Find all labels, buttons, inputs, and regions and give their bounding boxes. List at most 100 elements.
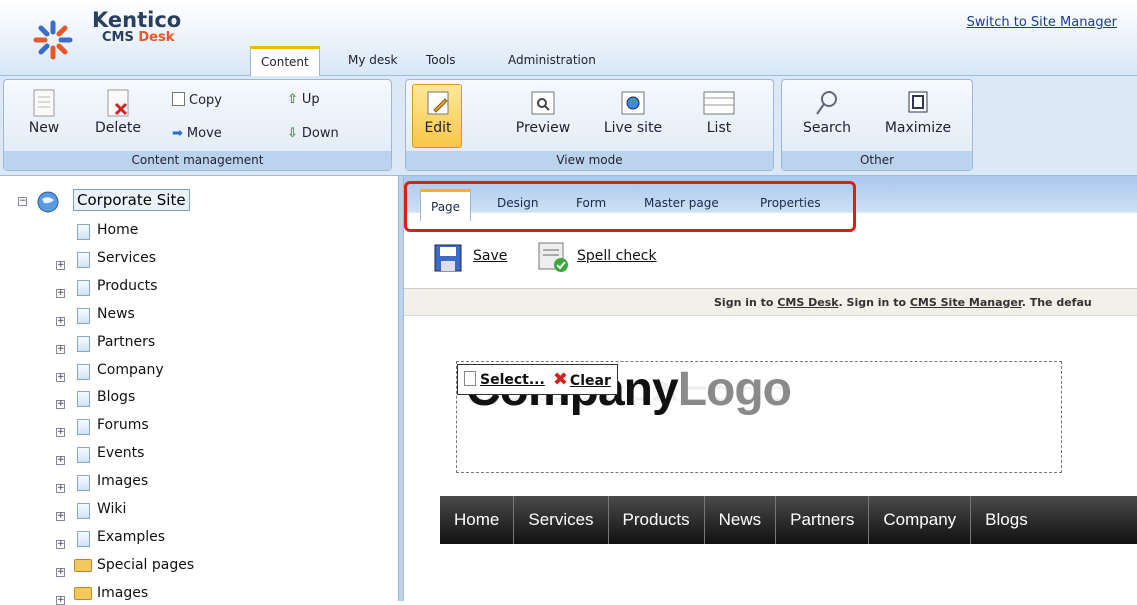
tree-node[interactable]: Home [97,222,138,238]
expand-icon[interactable]: + [56,512,65,521]
up-button[interactable]: ⇧ Up [287,92,320,107]
edit-icon [427,91,449,115]
nav-blogs[interactable]: Blogs [971,496,1042,544]
expand-icon[interactable]: + [56,288,65,298]
tree-node[interactable]: Partners [97,334,155,350]
move-label: Move [186,126,222,141]
folder-icon [74,558,92,572]
nav-services[interactable]: Services [514,496,609,544]
expand-icon[interactable]: + [56,316,65,326]
document-icon [77,307,90,324]
expand-icon[interactable]: + [56,372,65,382]
document-icon [77,391,90,408]
expand-icon[interactable]: + [56,484,65,494]
expand-icon[interactable]: + [56,567,65,577]
nav-company[interactable]: Company [869,496,972,544]
expand-icon[interactable]: + [56,260,65,270]
content-management-caption: Content management [4,151,391,170]
tree-node[interactable]: Services [97,250,156,266]
cms-desk-link[interactable]: CMS Desk [777,296,838,309]
preview-button[interactable]: Preview [506,88,580,136]
nav-news[interactable]: News [705,496,777,544]
copy-label: Copy [189,93,222,108]
new-label: New [28,120,60,136]
tree-node[interactable]: Company [97,362,164,378]
highlight-annotation-box [404,181,856,232]
document-icon [77,224,90,240]
document-icon [77,475,90,492]
other-group: Search Maximize Other [781,79,973,171]
expand-icon[interactable]: + [56,428,65,438]
document-icon [77,530,90,547]
list-label: List [706,120,732,136]
list-icon [703,91,735,115]
list-button[interactable]: List [694,88,744,136]
tree-node[interactable]: Forums [97,417,149,433]
switch-site-manager-link[interactable]: Switch to Site Manager [967,15,1117,30]
app-header: Kentico CMS Desk Switch to Site Manager … [0,0,1137,76]
maximize-button[interactable]: Maximize [878,88,958,136]
document-icon [77,279,90,296]
document-icon [77,363,90,380]
site-globe-icon [37,191,59,213]
tree-root-corporate-site[interactable]: Corporate Site [73,189,190,211]
copy-icon [172,92,185,106]
tab-my-desk[interactable]: My desk [348,53,397,67]
tree-node[interactable]: News [97,306,135,322]
arrow-down-icon: ⇩ [287,126,298,141]
copy-button[interactable]: Copy [172,92,222,108]
move-button[interactable]: ➡ Move [172,126,222,141]
live-site-label: Live site [603,120,663,136]
preview-icon [531,91,555,115]
search-icon [816,91,837,115]
move-icon: ➡ [172,126,183,141]
splitter[interactable] [398,176,404,601]
sign-in-info-bar: Sign in to CMS Desk. Sign in to CMS Site… [404,288,1137,316]
save-button[interactable]: Save [473,248,507,264]
tree-node[interactable]: Wiki [97,501,126,517]
clear-x-icon: ✖ [552,369,568,390]
tab-content[interactable]: Content [250,46,320,76]
search-button[interactable]: Search [794,88,860,136]
tab-tools[interactable]: Tools [426,53,456,67]
new-button[interactable]: New [24,88,64,136]
spell-check-icon[interactable] [536,241,570,273]
image-select-toolbar: Select... ✖ Clear [457,364,618,395]
document-icon [77,447,90,464]
delete-button[interactable]: Delete [88,88,148,136]
tab-administration[interactable]: Administration [508,53,596,67]
expand-icon[interactable]: + [56,344,65,354]
view-mode-group: Edit Preview Live site List View mode [405,79,774,171]
product-name: CMS Desk [102,30,175,45]
collapse-icon[interactable]: − [18,197,27,206]
select-image-button[interactable]: Select... [464,371,545,388]
tree-node[interactable]: Blogs [97,389,135,405]
save-icon[interactable] [432,243,464,273]
maximize-label: Maximize [884,120,952,136]
document-icon [464,371,476,386]
search-label: Search [802,120,852,136]
other-caption: Other [782,151,972,170]
expand-icon[interactable]: + [56,456,65,466]
tree-node[interactable]: Images [97,585,148,601]
cms-site-manager-link[interactable]: CMS Site Manager [910,296,1022,309]
live-site-button[interactable]: Live site [594,88,672,136]
arrow-up-icon: ⇧ [287,92,298,107]
preview-label: Preview [515,120,571,136]
nav-home[interactable]: Home [440,496,515,544]
expand-icon[interactable]: + [56,595,65,605]
down-button[interactable]: ⇩ Down [287,126,339,141]
expand-icon[interactable]: + [56,539,65,549]
edit-button[interactable]: Edit [418,88,458,136]
tree-node[interactable]: Products [97,278,157,294]
clear-image-button[interactable]: ✖ Clear [553,369,611,390]
spell-check-button[interactable]: Spell check [577,248,657,264]
tree-node[interactable]: Events [97,445,144,461]
tree-node[interactable]: Special pages [97,557,194,573]
nav-partners[interactable]: Partners [776,496,870,544]
down-label: Down [301,126,339,141]
nav-products[interactable]: Products [609,496,705,544]
tree-node[interactable]: Images [97,473,148,489]
tree-node[interactable]: Examples [97,529,165,545]
expand-icon[interactable]: + [56,400,65,410]
